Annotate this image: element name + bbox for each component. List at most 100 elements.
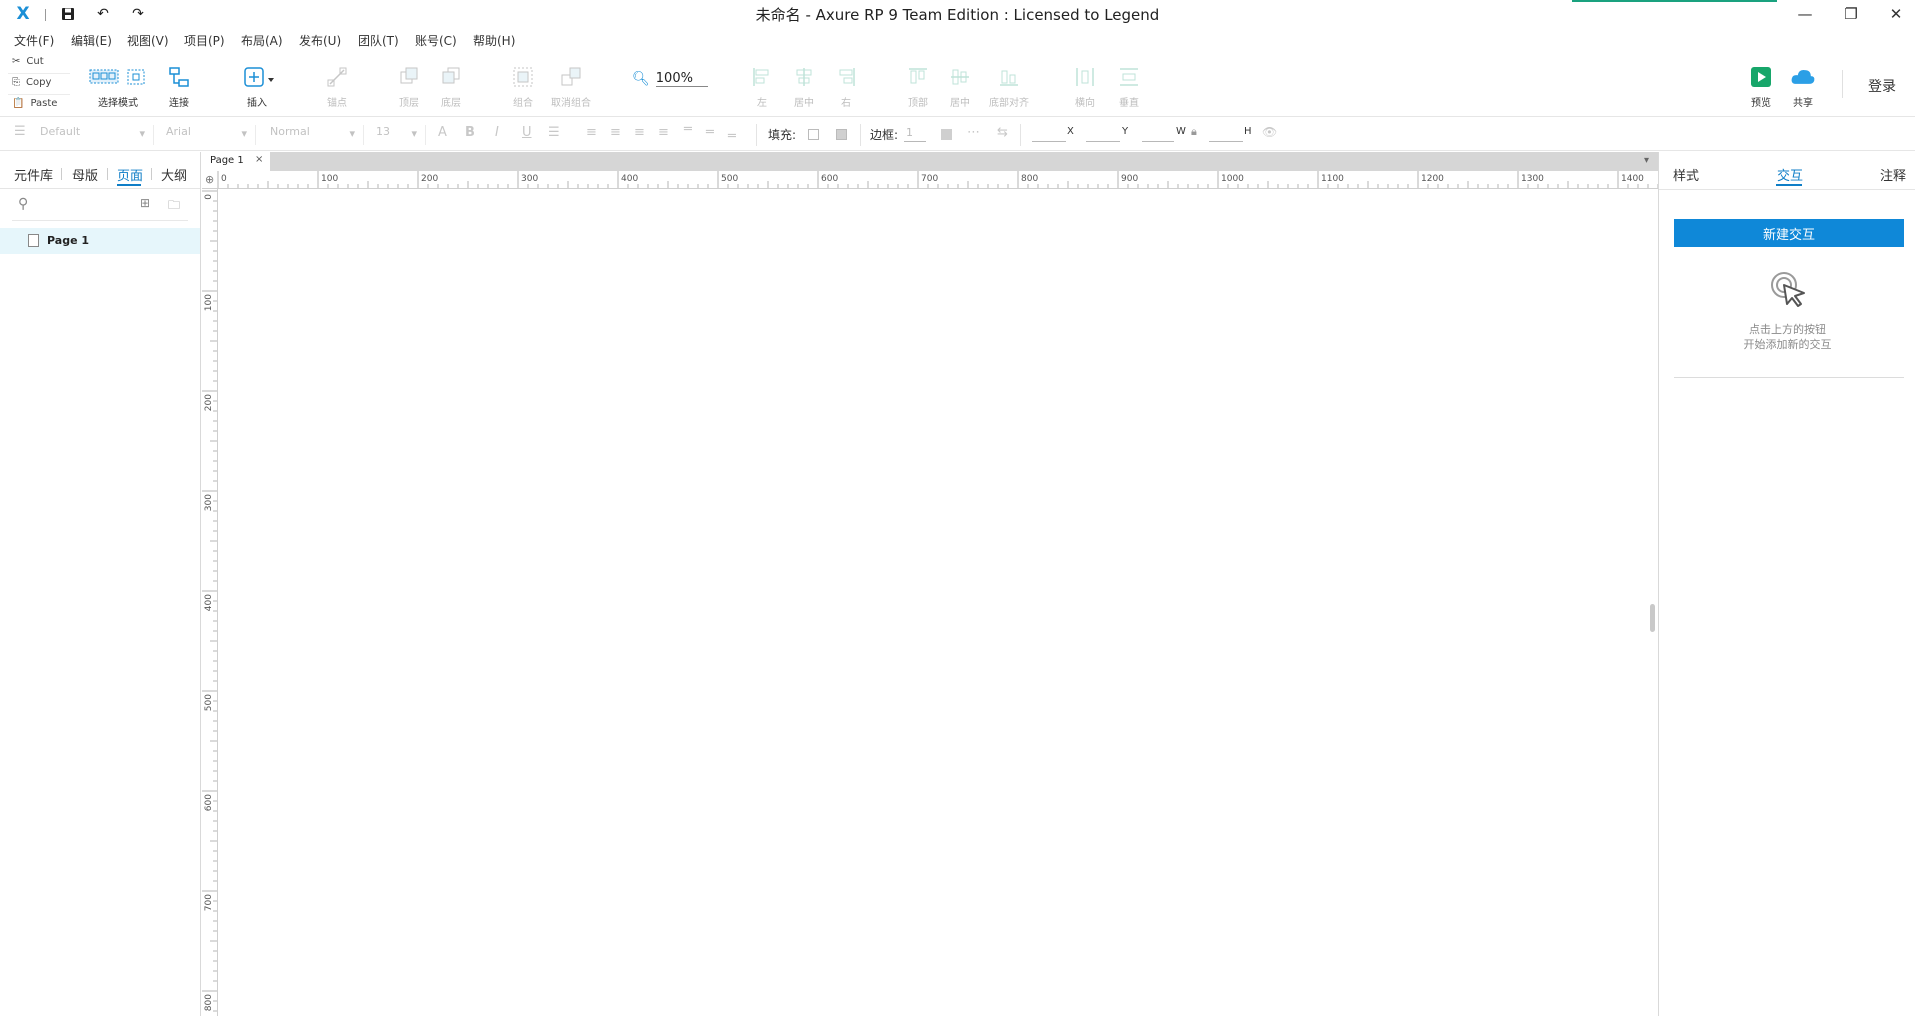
share-button[interactable]: 共享 — [1775, 64, 1831, 109]
align-center-icon — [791, 64, 817, 90]
zoom-control[interactable]: 🔍︎ 100% — [632, 71, 708, 87]
menu-edit[interactable]: 编辑(E) — [71, 32, 112, 49]
title-accent-strip — [1572, 0, 1777, 2]
select-mode-button[interactable]: 选择模式 — [82, 64, 154, 109]
menu-project[interactable]: 项目(P) — [184, 32, 225, 49]
fill-label: 填充: — [768, 128, 797, 142]
tab-pages[interactable]: 页面 — [117, 165, 143, 184]
h-input-underline[interactable] — [1209, 141, 1243, 142]
menu-help[interactable]: 帮助(H) — [473, 32, 515, 49]
italic-icon[interactable]: I — [495, 125, 499, 140]
vertical-scrollbar[interactable] — [1650, 604, 1655, 632]
preview-play-icon — [1748, 64, 1774, 90]
design-canvas[interactable] — [218, 189, 1658, 1016]
justify-text-icon[interactable]: ≡ — [658, 125, 669, 140]
menu-publish[interactable]: 发布(U) — [299, 32, 341, 49]
page-icon — [28, 234, 39, 247]
preview-label: 预览 — [1751, 98, 1771, 109]
connect-button[interactable]: 连接 — [152, 64, 206, 109]
ruler-label: 800 — [204, 994, 214, 1011]
ruler-label: 100 — [321, 174, 338, 184]
align-text-left-icon[interactable]: ≡ — [586, 125, 597, 140]
tab-libraries[interactable]: 元件库 — [14, 165, 53, 184]
scissors-icon: ✂ — [12, 56, 21, 67]
align-bottom-button[interactable]: 底部对齐 — [982, 64, 1036, 109]
underline-icon[interactable]: U — [522, 125, 532, 140]
border-width-value[interactable]: 1 — [906, 126, 913, 139]
font-color-icon[interactable]: A — [438, 125, 447, 140]
paste-icon: 📋 — [12, 98, 25, 109]
close-tab-icon[interactable]: × — [255, 154, 263, 165]
align-text-center-icon[interactable]: ≡ — [610, 125, 621, 140]
close-button[interactable]: ✕ — [1876, 2, 1915, 26]
x-input-underline[interactable] — [1032, 141, 1066, 142]
font-select[interactable]: Arial ▾ — [160, 125, 256, 145]
tab-style[interactable]: 样式 — [1673, 165, 1699, 184]
bottom-layer-label: 底层 — [441, 98, 461, 109]
document-tab[interactable]: Page 1 × — [202, 152, 270, 171]
paste-button[interactable]: 📋 Paste — [12, 98, 57, 109]
y-input-underline[interactable] — [1086, 141, 1120, 142]
tab-masters[interactable]: 母版 — [72, 165, 98, 184]
font-size-select[interactable]: 13 ▾ — [370, 125, 426, 145]
paste-label: Paste — [30, 98, 58, 109]
ruler-label: 300 — [204, 494, 214, 511]
zoom-value[interactable]: 100% — [655, 71, 708, 87]
hint-line-1: 点击上方的按钮 — [1749, 323, 1826, 336]
bold-icon[interactable]: B — [465, 125, 475, 140]
bottom-layer-icon — [438, 64, 464, 90]
bullet-list-icon[interactable]: ☰ — [548, 125, 560, 140]
align-middle-button[interactable]: 居中 — [933, 64, 987, 109]
insert-button[interactable]: 插入 — [230, 64, 284, 109]
send-to-bottom-button[interactable]: 底层 — [424, 64, 478, 109]
select-mode-icon — [88, 64, 148, 90]
search-icon[interactable]: ⚲ — [18, 196, 28, 212]
group-button[interactable]: 组合 — [496, 64, 550, 109]
weight-select[interactable]: Normal ▾ — [264, 125, 364, 145]
distribute-vertical-button[interactable]: 垂直 — [1102, 64, 1156, 109]
align-text-right-icon[interactable]: ≡ — [634, 125, 645, 140]
menu-file[interactable]: 文件(F) — [14, 32, 54, 49]
border-arrow-icon[interactable]: ⇆ — [997, 125, 1008, 140]
menu-team[interactable]: 团队(T) — [358, 32, 399, 49]
new-interaction-button[interactable]: 新建交互 — [1674, 219, 1904, 247]
right-panel: 样式 交互 注释 新建交互 点击上方的按钮 开始添加新的交互 — [1658, 152, 1915, 1016]
login-link[interactable]: 登录 — [1868, 76, 1896, 96]
valign-bottom-icon[interactable]: ═ — [728, 129, 736, 144]
tab-overflow-arrow-icon[interactable]: ▾ — [1644, 155, 1649, 166]
w-input-underline[interactable] — [1142, 141, 1174, 142]
border-color-swatch[interactable] — [941, 129, 952, 140]
visibility-eye-icon[interactable]: 👁︎ — [1262, 125, 1277, 139]
align-left-label: 左 — [757, 98, 767, 109]
menu-account[interactable]: 账号(C) — [415, 32, 457, 49]
valign-top-icon[interactable]: ═ — [684, 122, 692, 137]
format-divider — [860, 124, 861, 146]
page-list-item[interactable]: Page 1 — [0, 228, 200, 254]
connect-label: 连接 — [169, 98, 189, 109]
ruler-label: 200 — [204, 394, 214, 411]
style-select[interactable]: Default ▾ — [34, 125, 154, 145]
ruler-label: 400 — [621, 174, 638, 184]
menu-view[interactable]: 视图(V) — [127, 32, 169, 49]
minimize-button[interactable]: — — [1785, 2, 1825, 26]
tab-outline[interactable]: 大纲 — [161, 165, 187, 184]
fill-color-swatch[interactable] — [808, 129, 819, 140]
align-right-button[interactable]: 右 — [819, 64, 873, 109]
ruler-label: 800 — [1021, 174, 1038, 184]
ungroup-button[interactable]: 取消组合 — [544, 64, 598, 109]
fill-image-swatch[interactable] — [836, 129, 847, 140]
tab-interactions[interactable]: 交互 — [1777, 165, 1803, 184]
valign-middle-icon[interactable]: ═ — [706, 125, 714, 140]
add-page-icon[interactable]: ⊞ — [140, 196, 150, 210]
tab-notes[interactable]: 注释 — [1880, 165, 1906, 184]
add-folder-icon[interactable]: 🗀 — [168, 196, 180, 217]
lock-icon[interactable]: 🔒︎ — [1191, 125, 1197, 139]
horizontal-ruler-ticks: 0 100 200 300 400 500 600 700 800 900 1000 1100 1200… — [217, 171, 1658, 188]
copy-button[interactable]: ⎘ Copy — [12, 77, 51, 88]
cut-button[interactable]: ✂ Cut — [12, 56, 44, 67]
document-tab-strip: Page 1 × ▾ — [202, 152, 1658, 171]
point-button[interactable]: 锚点 — [310, 64, 364, 109]
restore-button[interactable]: ❐ — [1831, 2, 1871, 26]
menu-layout[interactable]: 布局(A) — [241, 32, 283, 49]
border-style-icon[interactable]: ⋯ — [967, 125, 980, 140]
